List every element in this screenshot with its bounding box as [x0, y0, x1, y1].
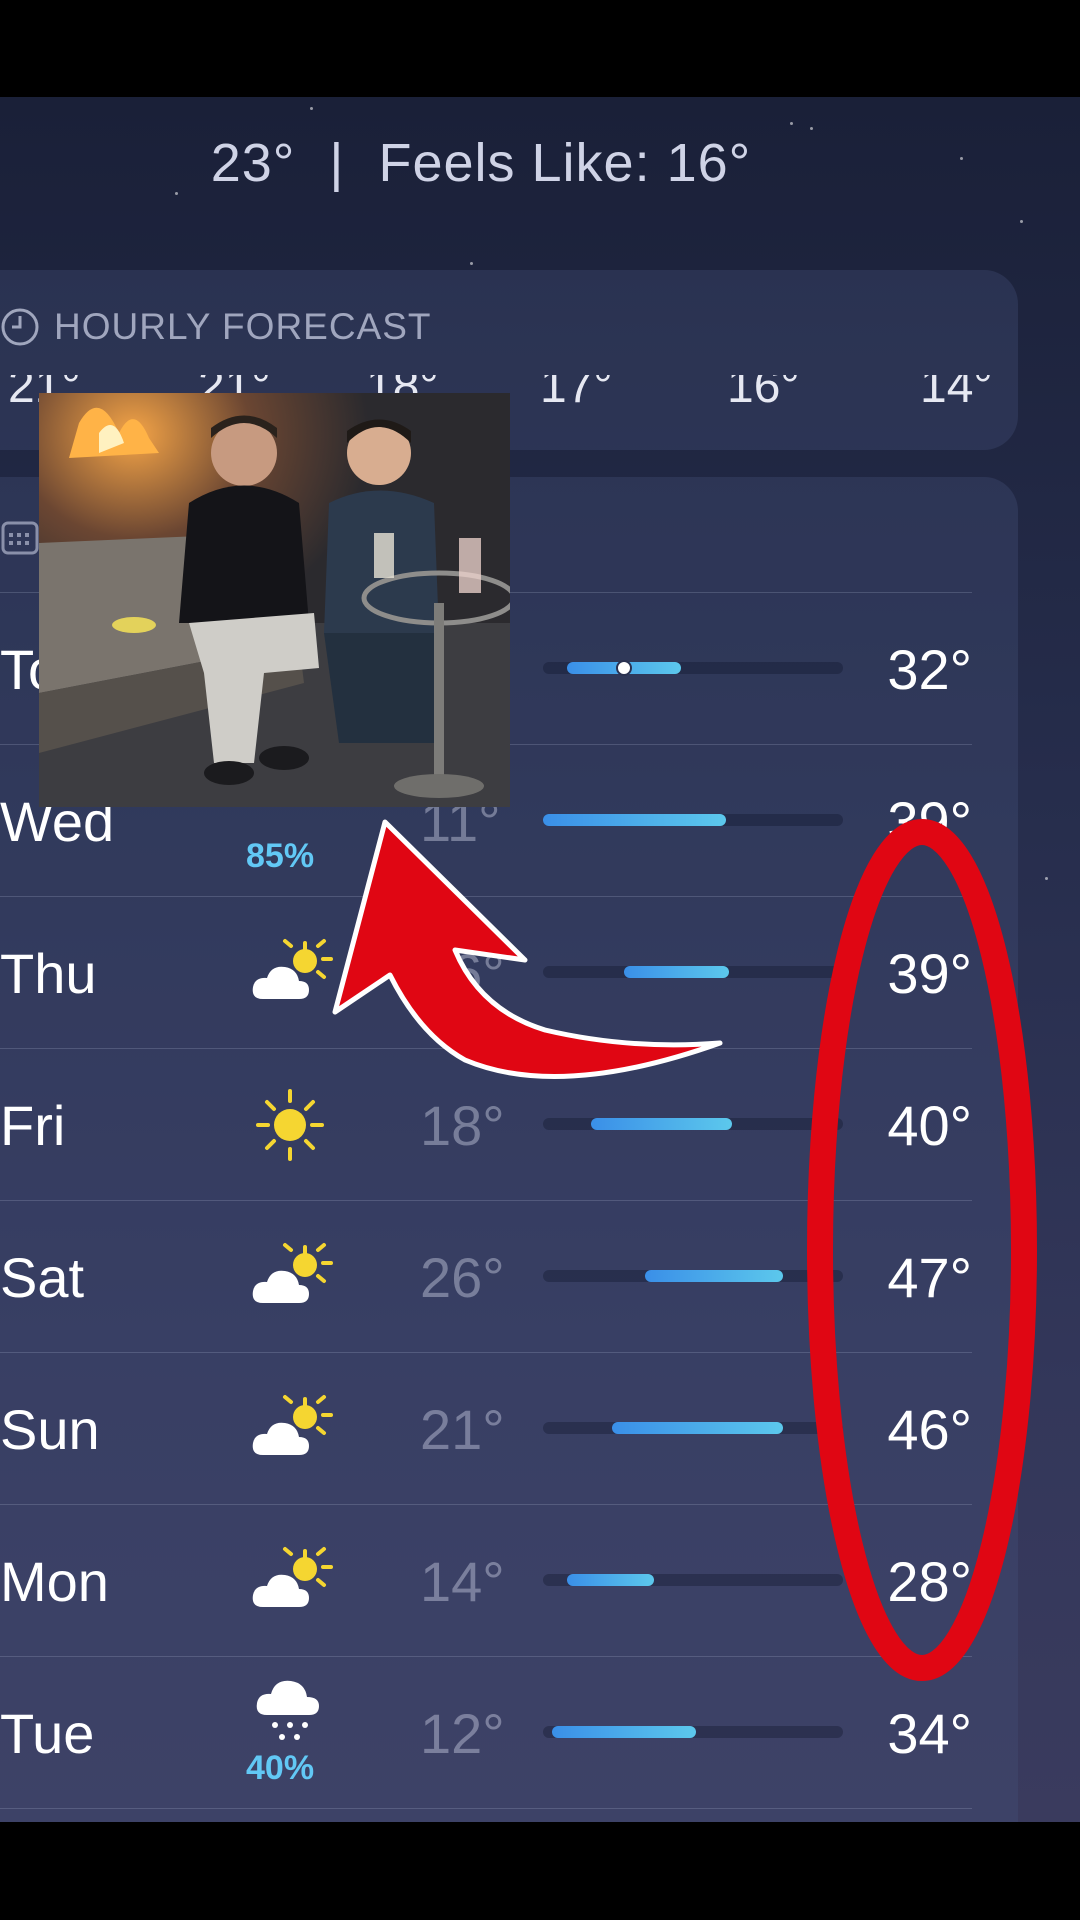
temp-range-fill: [624, 966, 729, 978]
separator: |: [329, 133, 345, 193]
temp-range-bar: [543, 814, 843, 826]
high-temp: 46°: [887, 1398, 972, 1461]
low-temp: 21°: [420, 1398, 505, 1461]
hourly-temp: 14°: [920, 375, 993, 413]
temp-range-bar: [543, 1422, 843, 1434]
temp-range-fill: [567, 1574, 654, 1586]
low-temp: 18°: [420, 1094, 505, 1157]
daily-row-thu[interactable]: Thu 16° 39°: [0, 896, 972, 1049]
hourly-temp: 16°: [727, 375, 800, 413]
daily-row-fri[interactable]: Fri 18° 40°: [0, 1048, 972, 1201]
feels-like: Feels Like: 16°: [378, 133, 752, 193]
weather-screen: 23° | Feels Like: 16° HOURLY FORECAST 21…: [0, 97, 1080, 1822]
high-temp: 47°: [887, 1246, 972, 1309]
day-label: Sat: [0, 1246, 85, 1309]
hourly-temp: 17°: [540, 375, 613, 413]
precip-chance: 40%: [246, 1749, 315, 1787]
low-temp: 12°: [420, 1702, 505, 1765]
calendar-icon: [1, 521, 39, 555]
photo-two-men-by-fire-pit: [39, 393, 510, 807]
temp-range-fill: [552, 1726, 696, 1738]
partly-sunny-icon: [245, 1241, 335, 1313]
temp-range-bar: [543, 1118, 843, 1130]
high-temp: 28°: [887, 1550, 972, 1613]
current-temp: 23°: [210, 133, 296, 193]
temp-range-fill: [645, 1270, 783, 1282]
clock-icon: [1, 308, 39, 346]
day-label: Mon: [0, 1550, 109, 1613]
low-temp: 16°: [420, 942, 505, 1005]
day-label: Thu: [0, 942, 97, 1005]
daily-row-sun[interactable]: Sun 21° 46°: [0, 1352, 972, 1505]
day-label: Sun: [0, 1398, 100, 1461]
temp-range-fill: [591, 1118, 732, 1130]
sun-icon: [245, 1089, 335, 1161]
low-temp: 14°: [420, 1550, 505, 1613]
day-label: Tue: [0, 1702, 95, 1765]
daily-row-mon[interactable]: Mon 14° 28°: [0, 1504, 972, 1657]
temp-range-fill: [612, 1422, 783, 1434]
temp-range-bar: [543, 1726, 843, 1738]
high-temp: 39°: [887, 790, 972, 853]
day-label: Fri: [0, 1094, 66, 1157]
partly-sunny-icon: [245, 1545, 335, 1617]
high-temp: 39°: [887, 942, 972, 1005]
daily-row-sat[interactable]: Sat 26° 47°: [0, 1200, 972, 1353]
current-temp-dot: [616, 660, 632, 676]
daily-row-tue[interactable]: Tue 40% 12° 34°: [0, 1656, 972, 1809]
precip-chance: 85%: [246, 837, 315, 875]
snow-cloud-icon: [245, 1675, 335, 1747]
temp-range-bar: [543, 1270, 843, 1282]
hourly-forecast-title: HOURLY FORECAST: [54, 306, 432, 347]
hourly-forecast-header: HOURLY FORECAST: [0, 306, 432, 348]
high-temp: 40°: [887, 1094, 972, 1157]
overlay-photo: [39, 393, 510, 807]
partly-sunny-icon: [245, 937, 335, 1009]
temp-range-bar: [543, 660, 843, 676]
partly-sunny-icon: [245, 1393, 335, 1465]
high-temp: 34°: [887, 1702, 972, 1765]
high-temp: 32°: [887, 638, 972, 701]
list-divider: [0, 1808, 972, 1810]
low-temp: 26°: [420, 1246, 505, 1309]
temp-range-bar: [543, 1574, 843, 1586]
current-conditions: 23° | Feels Like: 16°: [0, 132, 962, 194]
temp-range-fill: [543, 814, 726, 826]
temp-range-bar: [543, 966, 843, 978]
